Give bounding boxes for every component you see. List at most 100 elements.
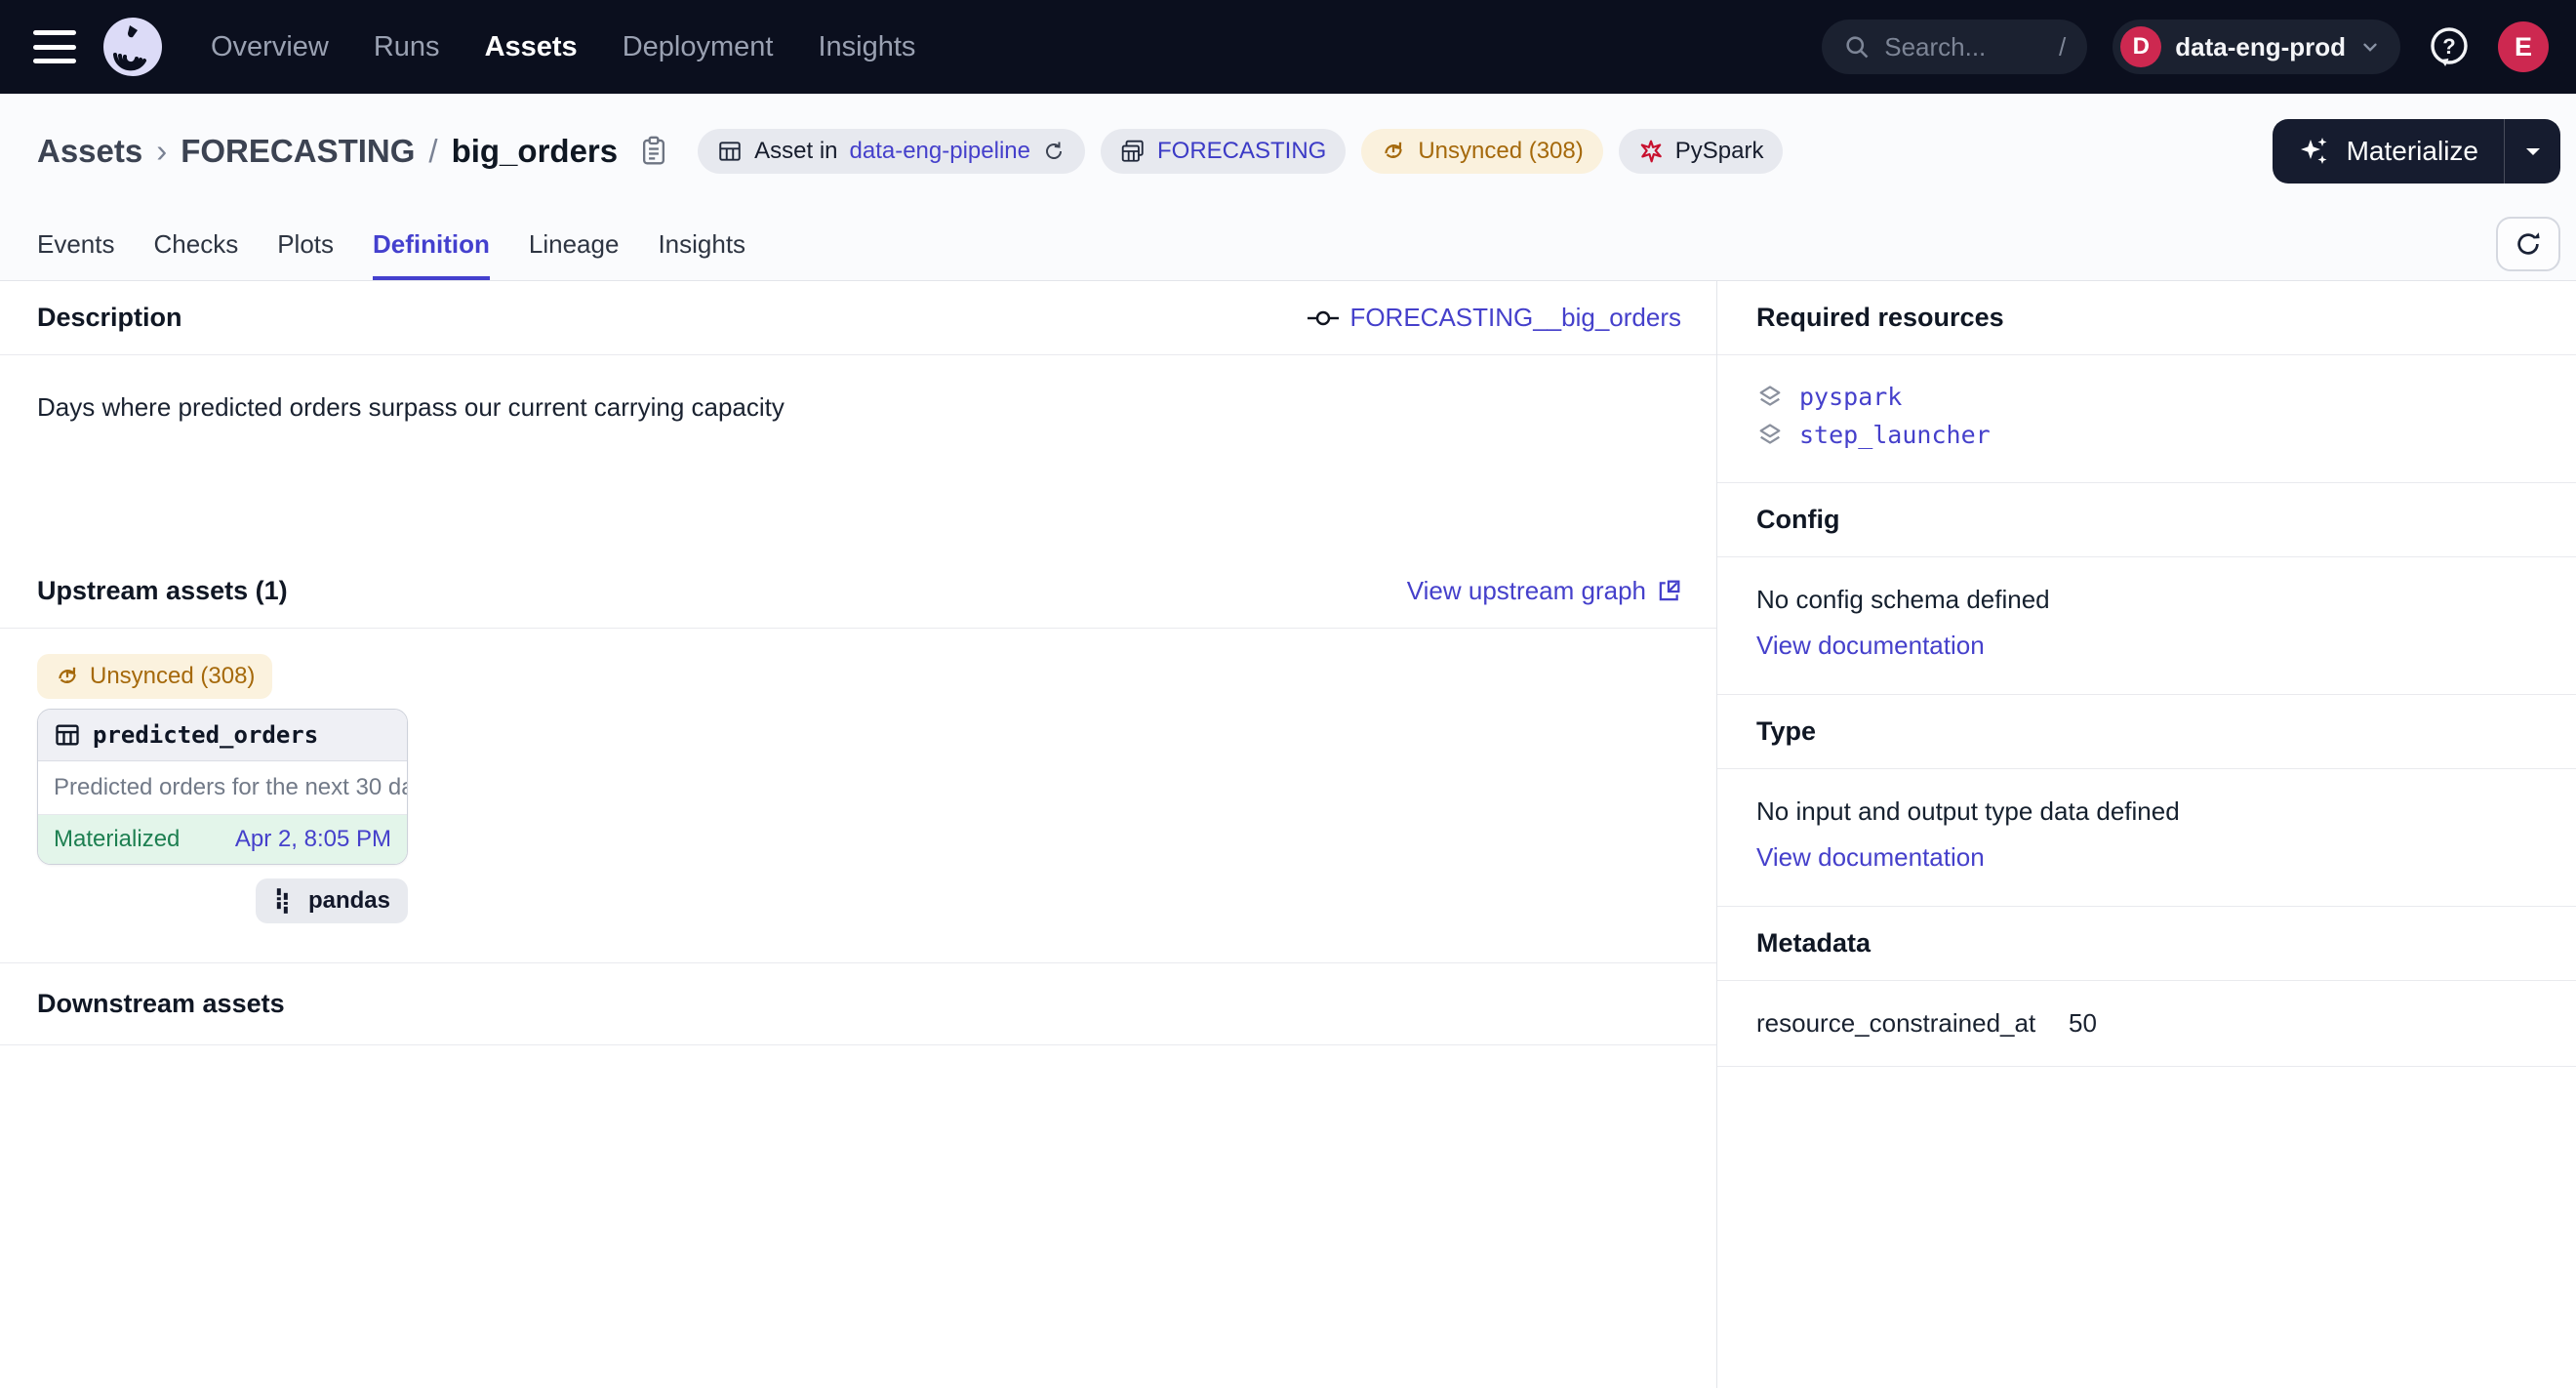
description-section-header: Description FORECASTING__big_orders xyxy=(0,281,1716,355)
materialize-dropdown-button[interactable] xyxy=(2504,119,2560,184)
search-input[interactable] xyxy=(1884,32,2045,62)
unsynced-badge-label: Unsynced (308) xyxy=(90,663,255,690)
type-empty-text: No input and output type data defined xyxy=(1756,796,2537,827)
external-link-icon xyxy=(1656,579,1681,604)
resource-row-pyspark: pyspark xyxy=(1756,383,2537,411)
pyspark-icon xyxy=(1638,139,1664,164)
table-icon xyxy=(54,721,81,749)
upstream-asset-name: predicted_orders xyxy=(93,721,318,749)
dagster-logo-icon[interactable] xyxy=(101,16,164,78)
materialized-timestamp-link[interactable]: Apr 2, 8:05 PM xyxy=(235,826,391,853)
asset-title: big_orders xyxy=(452,133,619,170)
op-name-link[interactable]: FORECASTING__big_orders xyxy=(1349,303,1681,333)
metadata-header: Metadata xyxy=(1717,907,2576,981)
asset-card-footer: Materialized Apr 2, 8:05 PM xyxy=(38,815,407,864)
breadcrumb-separator: › xyxy=(156,133,167,170)
breadcrumb: Assets › FORECASTING / big_orders xyxy=(37,133,668,170)
resource-link-step-launcher[interactable]: step_launcher xyxy=(1799,421,1991,449)
tab-checks[interactable]: Checks xyxy=(154,209,239,280)
breadcrumb-slash: / xyxy=(428,133,437,170)
pandas-icon xyxy=(273,887,297,915)
config-empty-text: No config schema defined xyxy=(1756,585,2537,615)
op-link-row: FORECASTING__big_orders xyxy=(1307,303,1681,333)
config-title: Config xyxy=(1756,505,1839,535)
asset-group-icon xyxy=(1120,139,1146,164)
tag-pyspark-label: PySpark xyxy=(1675,138,1764,165)
op-icon xyxy=(1307,306,1340,330)
tab-lineage[interactable]: Lineage xyxy=(529,209,620,280)
materialized-status: Materialized xyxy=(54,826,180,853)
menu-icon[interactable] xyxy=(33,30,76,63)
unsynced-badge-icon xyxy=(55,664,80,689)
workspace-label: data-eng-prod xyxy=(2175,32,2346,62)
asset-header: Assets › FORECASTING / big_orders Asset … xyxy=(0,94,2576,209)
resource-link-pyspark[interactable]: pyspark xyxy=(1799,383,1902,411)
tag-group-forecasting[interactable]: FORECASTING xyxy=(1101,129,1346,174)
config-body: No config schema defined View documentat… xyxy=(1717,557,2576,695)
nav-item-deployment[interactable]: Deployment xyxy=(623,31,774,63)
view-upstream-graph-link[interactable]: View upstream graph xyxy=(1407,576,1681,606)
nav-item-assets[interactable]: Assets xyxy=(485,31,578,63)
pipeline-link[interactable]: data-eng-pipeline xyxy=(850,138,1030,165)
nav-items: Overview Runs Assets Deployment Insights xyxy=(211,31,915,63)
tab-definition[interactable]: Definition xyxy=(373,209,490,280)
upstream-asset-card[interactable]: predicted_orders Predicted orders for th… xyxy=(37,709,408,865)
copy-asset-name-icon[interactable] xyxy=(639,136,668,167)
tag-compute-kind-pyspark[interactable]: PySpark xyxy=(1619,129,1784,174)
metadata-value: 50 xyxy=(2069,1008,2097,1039)
search-icon xyxy=(1843,33,1871,61)
description-body: Days where predicted orders surpass our … xyxy=(0,355,1716,554)
job-icon xyxy=(717,139,743,164)
description-title: Description xyxy=(37,303,182,333)
type-body: No input and output type data defined Vi… xyxy=(1717,769,2576,907)
tag-group-label: FORECASTING xyxy=(1157,138,1326,165)
metadata-key: resource_constrained_at xyxy=(1756,1008,2069,1039)
metadata-title: Metadata xyxy=(1756,928,1871,959)
reload-button[interactable] xyxy=(2496,217,2560,271)
nav-right: / D data-eng-prod ? E xyxy=(1822,20,2549,74)
type-title: Type xyxy=(1756,716,1816,747)
breadcrumb-assets[interactable]: Assets xyxy=(37,133,142,170)
nav-item-insights[interactable]: Insights xyxy=(818,31,915,63)
type-view-documentation-link[interactable]: View documentation xyxy=(1756,842,1985,873)
user-avatar[interactable]: E xyxy=(2498,21,2549,72)
unsynced-icon xyxy=(1381,139,1406,164)
asset-tags: Asset in data-eng-pipeline FORECASTING U… xyxy=(698,129,1783,174)
asset-card-header: predicted_orders xyxy=(38,710,407,761)
materialize-split-button: Materialize xyxy=(2273,119,2560,184)
tag-unsynced-label: Unsynced (308) xyxy=(1418,138,1583,165)
type-header: Type xyxy=(1717,695,2576,769)
tab-insights[interactable]: Insights xyxy=(658,209,745,280)
required-resources-title: Required resources xyxy=(1756,303,2004,333)
main-column: Description FORECASTING__big_orders Days… xyxy=(0,281,1717,1388)
nav-item-overview[interactable]: Overview xyxy=(211,31,329,63)
search-bar[interactable]: / xyxy=(1822,20,2087,74)
breadcrumb-group[interactable]: FORECASTING xyxy=(181,133,415,170)
tag-asset-in-job[interactable]: Asset in data-eng-pipeline xyxy=(698,129,1085,174)
required-resources-header: Required resources xyxy=(1717,281,2576,355)
help-icon[interactable]: ? xyxy=(2426,23,2473,70)
view-upstream-graph-label: View upstream graph xyxy=(1407,576,1646,606)
tag-unsynced[interactable]: Unsynced (308) xyxy=(1361,129,1602,174)
tag-asset-in-prefix: Asset in xyxy=(754,138,837,165)
materialize-button[interactable]: Materialize xyxy=(2273,119,2504,184)
tab-plots[interactable]: Plots xyxy=(277,209,334,280)
dagster-app: Overview Runs Assets Deployment Insights… xyxy=(0,0,2576,1388)
upstream-asset-description: Predicted orders for the next 30 day... xyxy=(38,761,407,815)
materialize-label: Materialize xyxy=(2347,136,2478,167)
downstream-section-header: Downstream assets xyxy=(0,963,1716,1045)
resource-layers-icon xyxy=(1756,422,1784,449)
upstream-assets-body: Unsynced (308) predicted_orders Predicte… xyxy=(0,629,1716,963)
nav-item-runs[interactable]: Runs xyxy=(374,31,440,63)
refresh-pipeline-icon[interactable] xyxy=(1042,140,1066,163)
search-shortcut-hint: / xyxy=(2059,32,2066,62)
workspace-switcher[interactable]: D data-eng-prod xyxy=(2113,20,2400,74)
unsynced-badge[interactable]: Unsynced (308) xyxy=(37,654,272,699)
upstream-section-header: Upstream assets (1) View upstream graph xyxy=(0,554,1716,629)
top-nav: Overview Runs Assets Deployment Insights… xyxy=(0,0,2576,94)
resource-layers-icon xyxy=(1756,384,1784,411)
tab-events[interactable]: Events xyxy=(37,209,115,280)
pandas-kind-label: pandas xyxy=(308,887,390,915)
config-view-documentation-link[interactable]: View documentation xyxy=(1756,631,1985,661)
pandas-kind-pill[interactable]: pandas xyxy=(256,878,408,923)
